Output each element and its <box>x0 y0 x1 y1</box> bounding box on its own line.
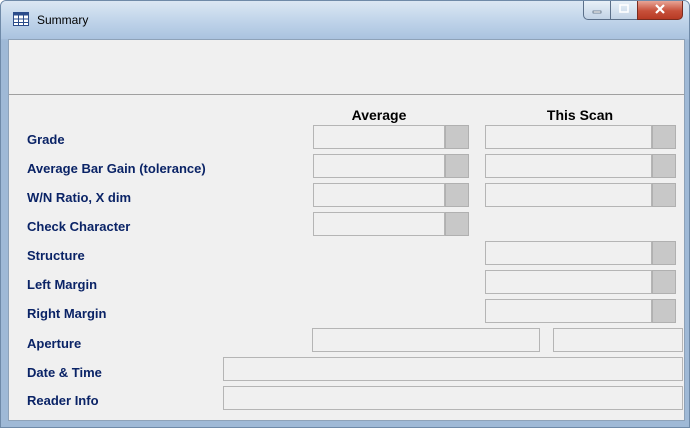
minimize-icon <box>592 1 602 19</box>
this-scan-column-header: This Scan <box>546 107 614 123</box>
message-area <box>9 40 684 95</box>
right-margin-scan-indicator <box>652 299 676 323</box>
window-title: Summary <box>37 13 89 27</box>
aperture-average-field <box>312 328 540 352</box>
left-margin-label: Left Margin <box>27 277 98 292</box>
average-column-header: Average <box>351 107 407 123</box>
grade-average-field <box>313 125 445 149</box>
close-button[interactable] <box>637 1 683 20</box>
check-character-average-indicator <box>445 212 469 236</box>
reader-info-field <box>223 386 683 410</box>
grade-average-indicator <box>445 125 469 149</box>
minimize-button[interactable] <box>583 1 610 20</box>
right-margin-scan-field <box>485 299 652 323</box>
summary-panel: Average This Scan Grade Average Bar Gain… <box>8 39 685 421</box>
structure-scan-field <box>485 241 652 265</box>
wn-ratio-scan-indicator <box>652 183 676 207</box>
wn-ratio-average-field <box>313 183 445 207</box>
aperture-label: Aperture <box>27 336 82 351</box>
check-character-average-field <box>313 212 445 236</box>
grade-scan-indicator <box>652 125 676 149</box>
bar-gain-label: Average Bar Gain (tolerance) <box>27 161 206 176</box>
date-time-field <box>223 357 683 381</box>
window-controls <box>583 1 683 21</box>
grade-scan-field <box>485 125 652 149</box>
wn-ratio-average-indicator <box>445 183 469 207</box>
check-character-label: Check Character <box>27 219 131 234</box>
structure-label: Structure <box>27 248 85 263</box>
structure-scan-indicator <box>652 241 676 265</box>
reader-info-label: Reader Info <box>27 393 99 408</box>
bar-gain-scan-field <box>485 154 652 178</box>
left-margin-scan-field <box>485 270 652 294</box>
bar-gain-scan-indicator <box>652 154 676 178</box>
wn-ratio-scan-field <box>485 183 652 207</box>
bar-gain-average-indicator <box>445 154 469 178</box>
summary-window: Summary Average This Scan Grade Average … <box>0 0 690 428</box>
maximize-button[interactable] <box>610 1 637 20</box>
grade-label: Grade <box>27 132 65 147</box>
aperture-scan-field <box>553 328 683 352</box>
left-margin-scan-indicator <box>652 270 676 294</box>
right-margin-label: Right Margin <box>27 306 107 321</box>
table-icon <box>13 12 29 26</box>
title-bar[interactable]: Summary <box>1 1 689 39</box>
date-time-label: Date & Time <box>27 365 102 380</box>
wn-ratio-label: W/N Ratio, X dim <box>27 190 131 205</box>
bar-gain-average-field <box>313 154 445 178</box>
maximize-icon <box>619 1 629 19</box>
close-icon <box>654 1 666 19</box>
